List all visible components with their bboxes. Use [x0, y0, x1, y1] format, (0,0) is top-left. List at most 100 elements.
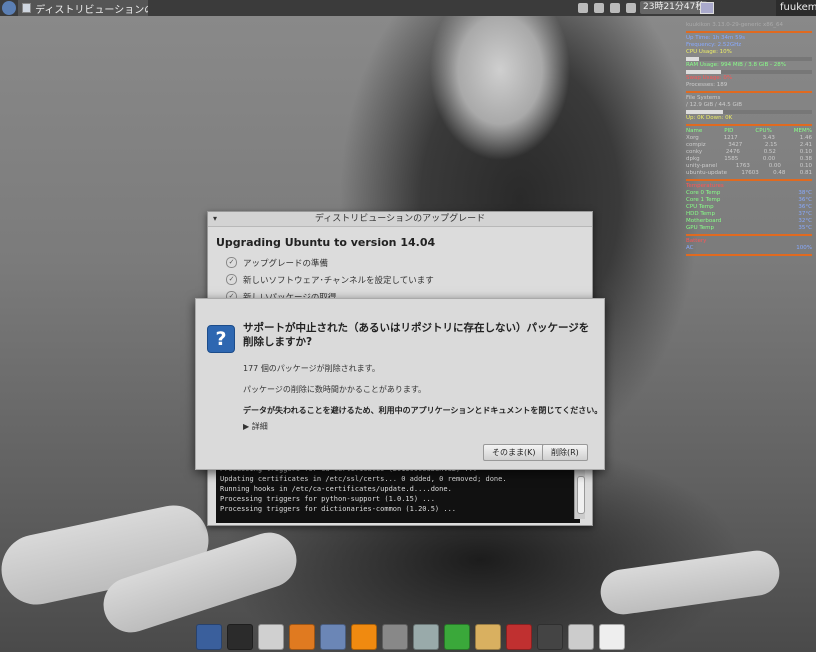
- pen-icon[interactable]: [626, 3, 636, 13]
- temp-value: 38°C: [798, 190, 812, 196]
- mail-icon[interactable]: [320, 624, 346, 650]
- temp-row: GPU Temp 35°C: [686, 225, 812, 232]
- check-icon: ✓: [226, 257, 237, 268]
- proc-cell: 1585: [724, 156, 739, 162]
- temp-label: Temperatures: [686, 183, 724, 189]
- terminal-line: Processing triggers for python-support (…: [220, 495, 435, 503]
- temp-value: 36°C: [798, 204, 812, 210]
- user-menu[interactable]: fuukemn: [776, 0, 816, 16]
- upgrade-heading: Upgrading Ubuntu to version 14.04: [216, 236, 436, 249]
- dialog-title: サポートが中止された（あるいはリポジトリに存在しない）パッケージを削除しますか?: [243, 322, 590, 348]
- dialog-line-count: 177 個のパッケージが削除されます。: [243, 364, 380, 373]
- question-icon: ?: [207, 325, 235, 353]
- details-expander[interactable]: ▶ 詳細: [243, 421, 268, 432]
- proc-cell: compiz: [686, 142, 706, 148]
- window-menu-icon[interactable]: ▾: [213, 212, 217, 226]
- temp-name: CPU Temp: [686, 204, 714, 210]
- proc-cell: 3.43: [762, 135, 775, 141]
- proc-cell: 1.46: [799, 135, 812, 141]
- app-menu-icon[interactable]: [2, 1, 16, 15]
- temp-name: GPU Temp: [686, 225, 715, 231]
- proc-row: Xorg 1217 3.43 1.46: [686, 135, 812, 142]
- logout-icon[interactable]: [599, 624, 625, 650]
- files-icon[interactable]: [258, 624, 284, 650]
- volume-icon[interactable]: [594, 3, 604, 13]
- network-icon[interactable]: [578, 3, 588, 13]
- firefox-icon[interactable]: [289, 624, 315, 650]
- proc-row: conky 2476 0.52 0.10: [686, 149, 812, 156]
- temp-value: 35°C: [798, 225, 812, 231]
- fs-line: / 12.9 GiB / 44.5 GiB: [686, 102, 743, 108]
- proc-header: PID: [724, 128, 734, 134]
- clock[interactable]: 23時21分47秒: [640, 1, 708, 14]
- terminal-scrollbar[interactable]: [574, 462, 585, 519]
- temp-row: CPU Temp 36°C: [686, 204, 812, 211]
- window-titlebar[interactable]: ▾ ディストリビューションのアップグレード: [208, 212, 592, 227]
- hashtag-icon[interactable]: [444, 624, 470, 650]
- dialog-line-time: パッケージの削除に数時間かかることがあります。: [243, 385, 427, 394]
- proc-cell: Xorg: [686, 135, 699, 141]
- temp-row: Motherboard 32°C: [686, 218, 812, 225]
- proc-cell: 0.10: [799, 149, 812, 155]
- remove-button[interactable]: 削除(R): [542, 444, 588, 461]
- window-title: ディストリビューションのアップグレード: [314, 214, 486, 224]
- proc-cell: 0.38: [799, 156, 812, 162]
- proc-cell: ubuntu-update: [686, 170, 727, 176]
- conky-line: Swap Usage: 0%: [686, 75, 733, 81]
- temp-value: 36°C: [798, 197, 812, 203]
- conky-line: Frequency: 2.52GHz: [686, 42, 742, 48]
- window-icon: [22, 3, 32, 13]
- conky-line: CPU Usage: 10%: [686, 49, 732, 55]
- mixer-icon[interactable]: [382, 624, 408, 650]
- check-icon: ✓: [226, 274, 237, 285]
- conky-line: Up Time: 1h 34m 59s: [686, 35, 746, 41]
- dialog-warning: データが失われることを避けるため、利用中のアプリケーションとドキュメントを閉じて…: [243, 406, 603, 415]
- upgrade-step: ✓ 新しいソフトウェア･チャンネルを設定しています: [226, 272, 592, 287]
- folder-icon[interactable]: [475, 624, 501, 650]
- workspace-switcher-icon[interactable]: [700, 2, 714, 14]
- remove-packages-dialog: ? サポートが中止された（あるいはリポジトリに存在しない）パッケージを削除します…: [195, 298, 605, 470]
- upgrade-step: ✓ アップグレードの準備: [226, 255, 592, 270]
- trash-icon[interactable]: [568, 624, 594, 650]
- dock: [196, 622, 626, 652]
- taskbar-item-upgrade[interactable]: ディストリビューションのアップ…: [18, 0, 148, 16]
- temp-name: Core 1 Temp: [686, 197, 721, 203]
- proc-header: MEM%: [793, 128, 812, 134]
- proc-row: dpkg 1585 0.00 0.38: [686, 156, 812, 163]
- conky-monitor: kuukikon 3.13.0-29-generic x86_64 Up Tim…: [686, 22, 812, 258]
- search-icon[interactable]: [413, 624, 439, 650]
- proc-cell: 0.00: [768, 163, 781, 169]
- conky-header: kuukikon 3.13.0-29-generic x86_64: [686, 22, 784, 28]
- proc-cell: 0.48: [773, 170, 786, 176]
- temp-value: 32°C: [798, 218, 812, 224]
- temp-name: Motherboard: [686, 218, 722, 224]
- desktop-icon[interactable]: [196, 624, 222, 650]
- proc-cell: 0.52: [763, 149, 776, 155]
- terminal-line: Updating certificates in /etc/ssl/certs.…: [220, 475, 507, 483]
- temp-name: HDD Temp: [686, 211, 716, 217]
- proc-cell: 3427: [728, 142, 743, 148]
- proc-header: CPU%: [755, 128, 772, 134]
- terminal-icon[interactable]: [227, 624, 253, 650]
- temp-row: Core 0 Temp 38°C: [686, 190, 812, 197]
- proc-row: compiz 3427 2.15 2.41: [686, 142, 812, 149]
- conky-line: Processes: 189: [686, 82, 728, 88]
- proc-cell: 17603: [741, 170, 759, 176]
- proc-cell: 0.81: [799, 170, 812, 176]
- terminal-line: Processing triggers for dictionaries-com…: [220, 505, 457, 513]
- proc-cell: 2476: [725, 149, 740, 155]
- proc-cell: 2.15: [764, 142, 778, 148]
- terminal-line: Running hooks in /etc/ca-certificates/up…: [220, 485, 452, 493]
- proc-cell: 1217: [723, 135, 738, 141]
- camera-icon[interactable]: [537, 624, 563, 650]
- net-line: Up: 0K Down: 0K: [686, 115, 733, 121]
- fs-label: File Systems: [686, 95, 721, 101]
- vlc-icon[interactable]: [351, 624, 377, 650]
- keep-button[interactable]: そのまま(K): [483, 444, 545, 461]
- mail-tray-icon[interactable]: [610, 3, 620, 13]
- font-icon[interactable]: [506, 624, 532, 650]
- conky-line: RAM Usage: 994 MiB / 3.8 GiB - 28%: [686, 62, 786, 68]
- proc-cell: unity-panel: [686, 163, 718, 169]
- temp-value: 37°C: [798, 211, 812, 217]
- proc-cell: 0.00: [762, 156, 776, 162]
